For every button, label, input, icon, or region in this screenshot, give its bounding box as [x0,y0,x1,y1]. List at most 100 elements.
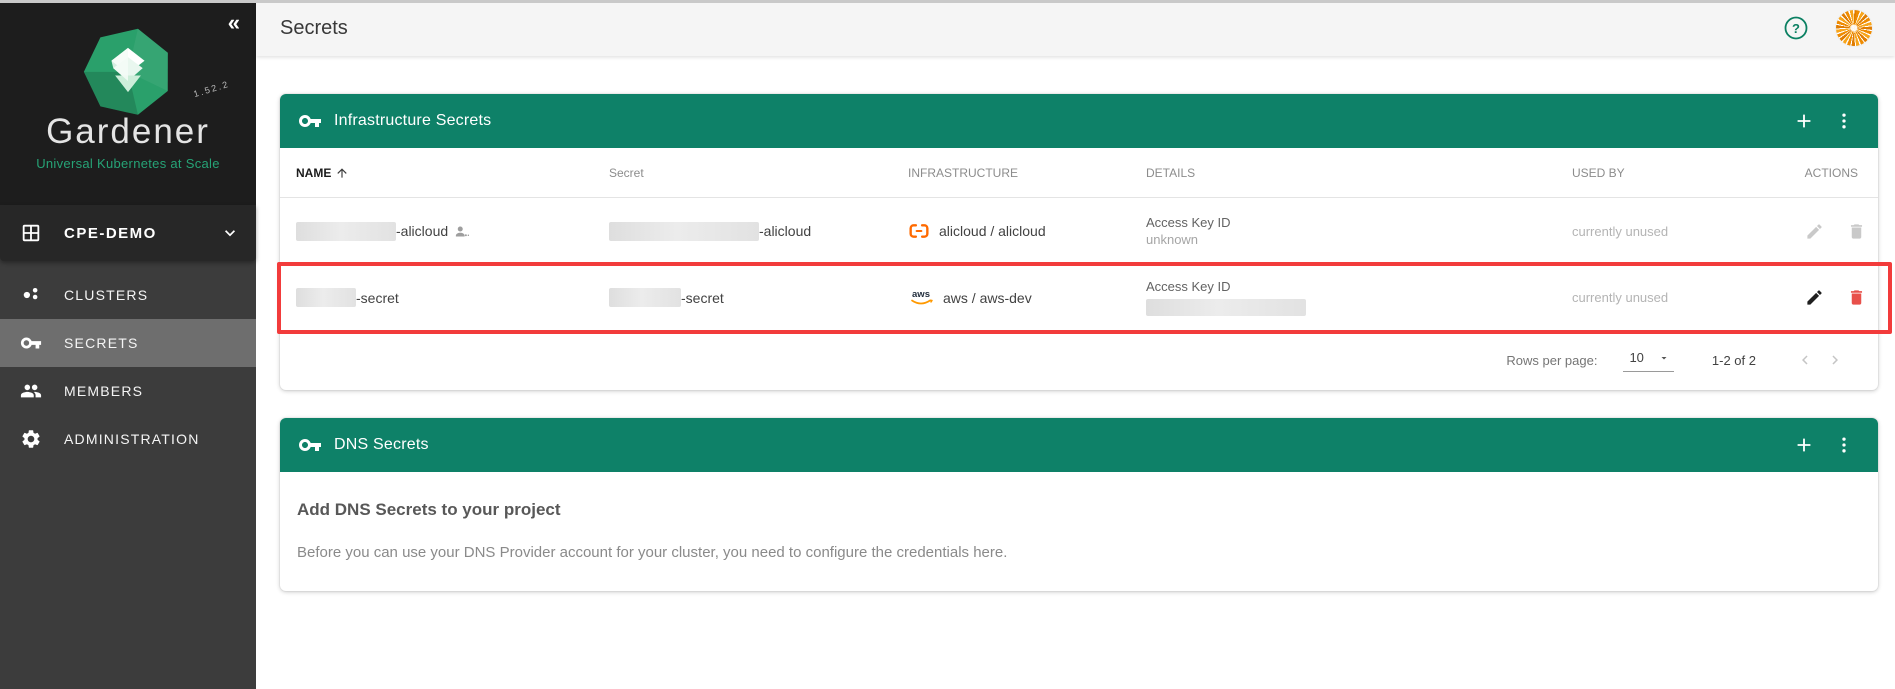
project-grid-icon [20,222,42,244]
infrastructure-secrets-card: Infrastructure Secrets [280,94,1878,390]
sidebar-collapse-button[interactable]: « [228,12,240,34]
dns-card-body: Add DNS Secrets to your project Before y… [280,472,1878,591]
brand-tagline: Universal Kubernetes at Scale [36,156,220,171]
rows-per-page-label: Rows per page: [1506,353,1597,368]
pencil-icon [1805,288,1824,307]
redacted-secret [609,288,681,307]
add-dns-secret-button[interactable] [1784,425,1824,465]
project-selector[interactable]: CPE-DEMO [0,205,256,261]
chevron-right-icon [1826,351,1844,369]
sidebar-item-label: SECRETS [64,335,139,351]
project-label: CPE-DEMO [64,225,220,242]
card-title: Infrastructure Secrets [334,112,1784,130]
sidebar: « Gardener 1.52.2 Universal Kubernetes a… [0,0,256,689]
app-window: « Gardener 1.52.2 Universal Kubernetes a… [0,0,1895,689]
column-header-details: DETAILS [1130,166,1556,180]
cell-details: Access Key ID unknown [1130,215,1556,247]
cell-usedby: currently unused [1556,224,1780,239]
sidebar-item-secrets[interactable]: SECRETS [0,319,256,367]
gear-icon [20,428,42,450]
cell-infrastructure: alicloud / alicloud [892,220,1130,242]
card-title: DNS Secrets [334,436,1784,454]
sidebar-brand-area: « Gardener 1.52.2 Universal Kubernetes a… [0,0,256,205]
sidebar-item-label: MEMBERS [64,383,143,399]
column-header-actions: ACTIONS [1780,166,1878,180]
main-area: Secrets ? Infrastructure Secrets [256,0,1895,689]
cell-details: Access Key ID [1130,279,1556,316]
members-icon [20,380,42,402]
previous-page-button[interactable] [1790,345,1820,375]
redacted-secret [609,222,759,241]
chevron-down-icon [220,223,240,243]
user-avatar[interactable] [1835,9,1873,47]
content: Infrastructure Secrets [256,56,1895,689]
cell-name: -secret [280,288,593,307]
dots-vertical-icon [1834,111,1854,131]
cell-secret: -secret [593,288,892,307]
sidebar-item-members[interactable]: MEMBERS [0,367,256,415]
dns-secrets-card: DNS Secrets Add DNS Secrets to your proj… [280,418,1878,591]
column-header-usedby: USED BY [1556,166,1780,180]
pagination-range: 1-2 of 2 [1712,353,1756,368]
delete-button-disabled[interactable] [1838,213,1874,249]
topbar: Secrets ? [256,0,1895,56]
table-row-alicloud[interactable]: -alicloud -alicloud [280,198,1878,264]
trash-icon [1847,288,1866,307]
page-title: Secrets [280,17,348,40]
shared-secret-icon [454,224,469,239]
cell-actions [1780,280,1888,316]
dns-secrets-header: DNS Secrets [280,418,1878,472]
pencil-icon [1805,222,1824,241]
secrets-table: NAME Secret INFRASTRUCTURE DETAILS USED … [280,148,1878,330]
cell-infrastructure: aws aws / aws-dev [892,288,1130,308]
brand-version: 1.52.2 [192,79,230,99]
key-icon [20,332,42,354]
top-border-strip [0,0,1895,3]
gardener-logo [82,24,174,116]
edit-button-disabled[interactable] [1796,213,1832,249]
sidebar-nav: CLUSTERS SECRETS MEMBERS ADMINISTRATION [0,261,256,463]
cell-name: -alicloud [280,222,593,241]
sidebar-item-label: ADMINISTRATION [64,431,200,447]
dns-description: Before you can use your DNS Provider acc… [297,544,1854,561]
infrastructure-secrets-header: Infrastructure Secrets [280,94,1878,148]
redacted-access-key [1146,299,1306,316]
chevron-left-icon [1796,351,1814,369]
sidebar-item-label: CLUSTERS [64,287,148,303]
svg-text:aws: aws [912,289,930,300]
sidebar-item-administration[interactable]: ADMINISTRATION [0,415,256,463]
delete-button[interactable] [1838,280,1874,316]
column-header-infrastructure: INFRASTRUCTURE [892,166,1130,180]
sort-ascending-icon [335,166,349,180]
aws-logo: aws [908,288,934,308]
dots-vertical-icon [1834,435,1854,455]
next-page-button[interactable] [1820,345,1850,375]
help-icon[interactable]: ? [1783,15,1809,41]
clusters-icon [20,284,42,306]
column-header-name[interactable]: NAME [280,166,593,180]
edit-button[interactable] [1796,280,1832,316]
alicloud-logo [908,220,930,242]
svg-text:?: ? [1792,21,1800,36]
rows-per-page-select[interactable]: 10 [1623,348,1673,372]
key-icon [298,109,322,133]
table-header-row: NAME Secret INFRASTRUCTURE DETAILS USED … [280,148,1878,198]
redacted-name [296,222,396,241]
table-pagination: Rows per page: 10 1-2 of 2 [280,330,1878,390]
plus-icon [1793,110,1815,132]
brand-name: Gardener [46,112,210,152]
cell-actions [1780,213,1888,249]
plus-icon [1793,434,1815,456]
cell-usedby: currently unused [1556,290,1780,305]
table-row-aws[interactable]: -secret -secret aws aws / aws-dev [280,264,1878,330]
key-icon [298,433,322,457]
card-menu-button[interactable] [1824,101,1864,141]
redacted-name [296,288,356,307]
dns-heading: Add DNS Secrets to your project [297,500,1854,520]
cell-secret: -alicloud [593,222,892,241]
trash-icon [1847,222,1866,241]
add-secret-button[interactable] [1784,101,1824,141]
card-menu-button[interactable] [1824,425,1864,465]
column-header-secret: Secret [593,166,892,180]
sidebar-item-clusters[interactable]: CLUSTERS [0,271,256,319]
